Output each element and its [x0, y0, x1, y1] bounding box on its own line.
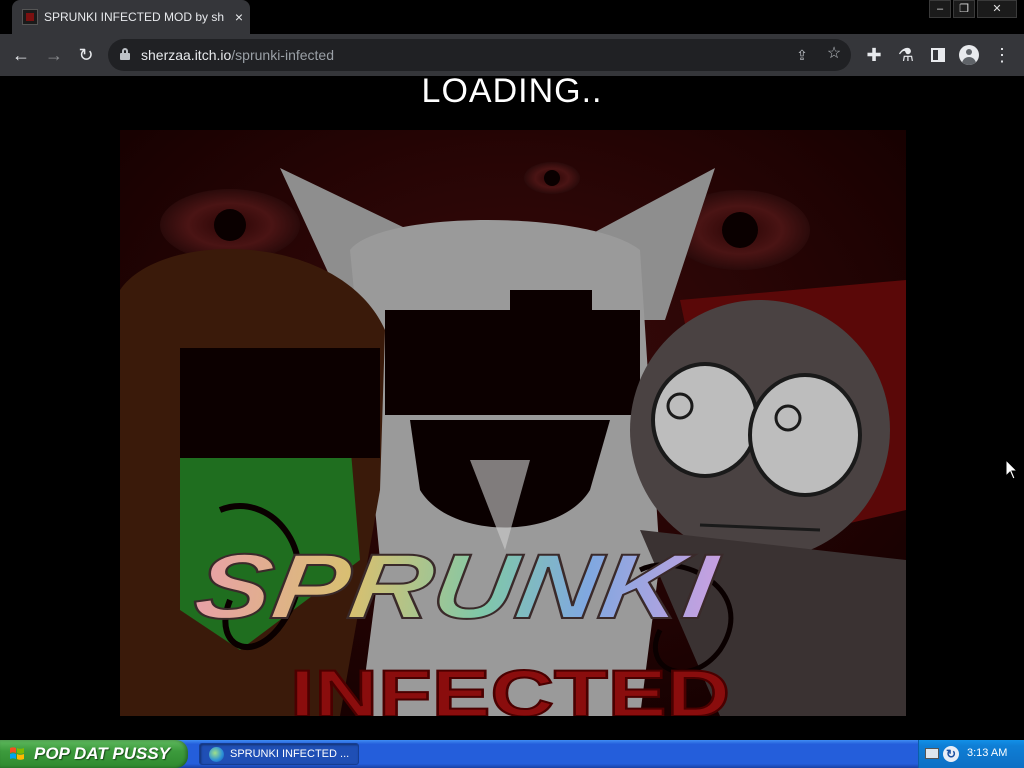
browser-globe-icon	[209, 747, 224, 762]
window-restore-button[interactable]: ❐	[953, 0, 975, 18]
bookmark-star-icon[interactable]: ☆	[824, 44, 844, 64]
lock-icon[interactable]	[120, 48, 130, 60]
address-bar[interactable]: sherzaa.itch.io/sprunki-infected ⇪ ☆	[108, 39, 851, 71]
extensions-puzzle-icon[interactable]: ✚	[863, 44, 885, 66]
game-logo-title: SPRUNKI	[189, 534, 726, 637]
start-button-label: POP DAT PUSSY	[34, 744, 171, 763]
censor-block-center	[385, 310, 640, 415]
window-close-button[interactable]: ✕	[977, 0, 1017, 18]
share-icon[interactable]: ⇪	[792, 45, 812, 65]
profile-avatar-icon[interactable]	[958, 44, 980, 66]
censor-block-left	[180, 348, 380, 458]
game-logo-subtitle: INFECTED	[290, 656, 730, 716]
grey-character-eye-left	[651, 362, 759, 478]
tab-favicon-icon	[22, 9, 38, 25]
url-host: sherzaa.itch.io	[141, 47, 232, 63]
browser-tab[interactable]: SPRUNKI INFECTED MOD by sherza ×	[12, 0, 250, 34]
labs-flask-icon[interactable]: ⚗	[895, 44, 917, 66]
url-path: /sprunki-infected	[231, 47, 334, 63]
network-sync-icon[interactable]: ↻	[943, 746, 959, 762]
forward-arrow-icon[interactable]: →	[43, 44, 65, 66]
web-page-content: LOADING.. SPRUNKI INFECTED	[0, 72, 1024, 740]
taskbar-item-label: SPRUNKI INFECTED ...	[230, 748, 350, 760]
window-minimize-button[interactable]: –	[929, 0, 951, 18]
side-panel-icon[interactable]	[927, 44, 949, 66]
browser-toolbar: ← → ↻ sherzaa.itch.io/sprunki-infected ⇪…	[0, 34, 1024, 76]
system-tray: ↻ 3:13 AM	[918, 740, 1024, 768]
system-clock[interactable]: 3:13 AM	[967, 747, 1007, 759]
back-arrow-icon[interactable]: ←	[10, 44, 32, 66]
taskbar-item-browser[interactable]: SPRUNKI INFECTED ...	[199, 743, 359, 765]
tab-close-icon[interactable]: ×	[230, 8, 248, 26]
game-loading-artwork[interactable]: SPRUNKI INFECTED	[120, 130, 906, 716]
mouse-cursor-icon	[1005, 459, 1019, 480]
keyboard-icon[interactable]	[925, 748, 939, 759]
taskbar: POP DAT PUSSY SPRUNKI INFECTED ... ↻ 3:1…	[0, 740, 1024, 768]
menu-kebab-icon[interactable]: ⋮	[991, 44, 1013, 66]
grey-character-eye-right	[748, 373, 862, 497]
loading-text: LOADING..	[421, 72, 603, 110]
title-bar: SPRUNKI INFECTED MOD by sherza × – ❐ ✕	[0, 0, 1024, 34]
windows-flag-icon	[10, 747, 24, 760]
url-text[interactable]: sherzaa.itch.io/sprunki-infected	[141, 47, 334, 63]
tab-title: SPRUNKI INFECTED MOD by sherza	[44, 10, 224, 24]
start-button[interactable]: POP DAT PUSSY	[0, 740, 188, 768]
reload-icon[interactable]: ↻	[75, 44, 97, 66]
